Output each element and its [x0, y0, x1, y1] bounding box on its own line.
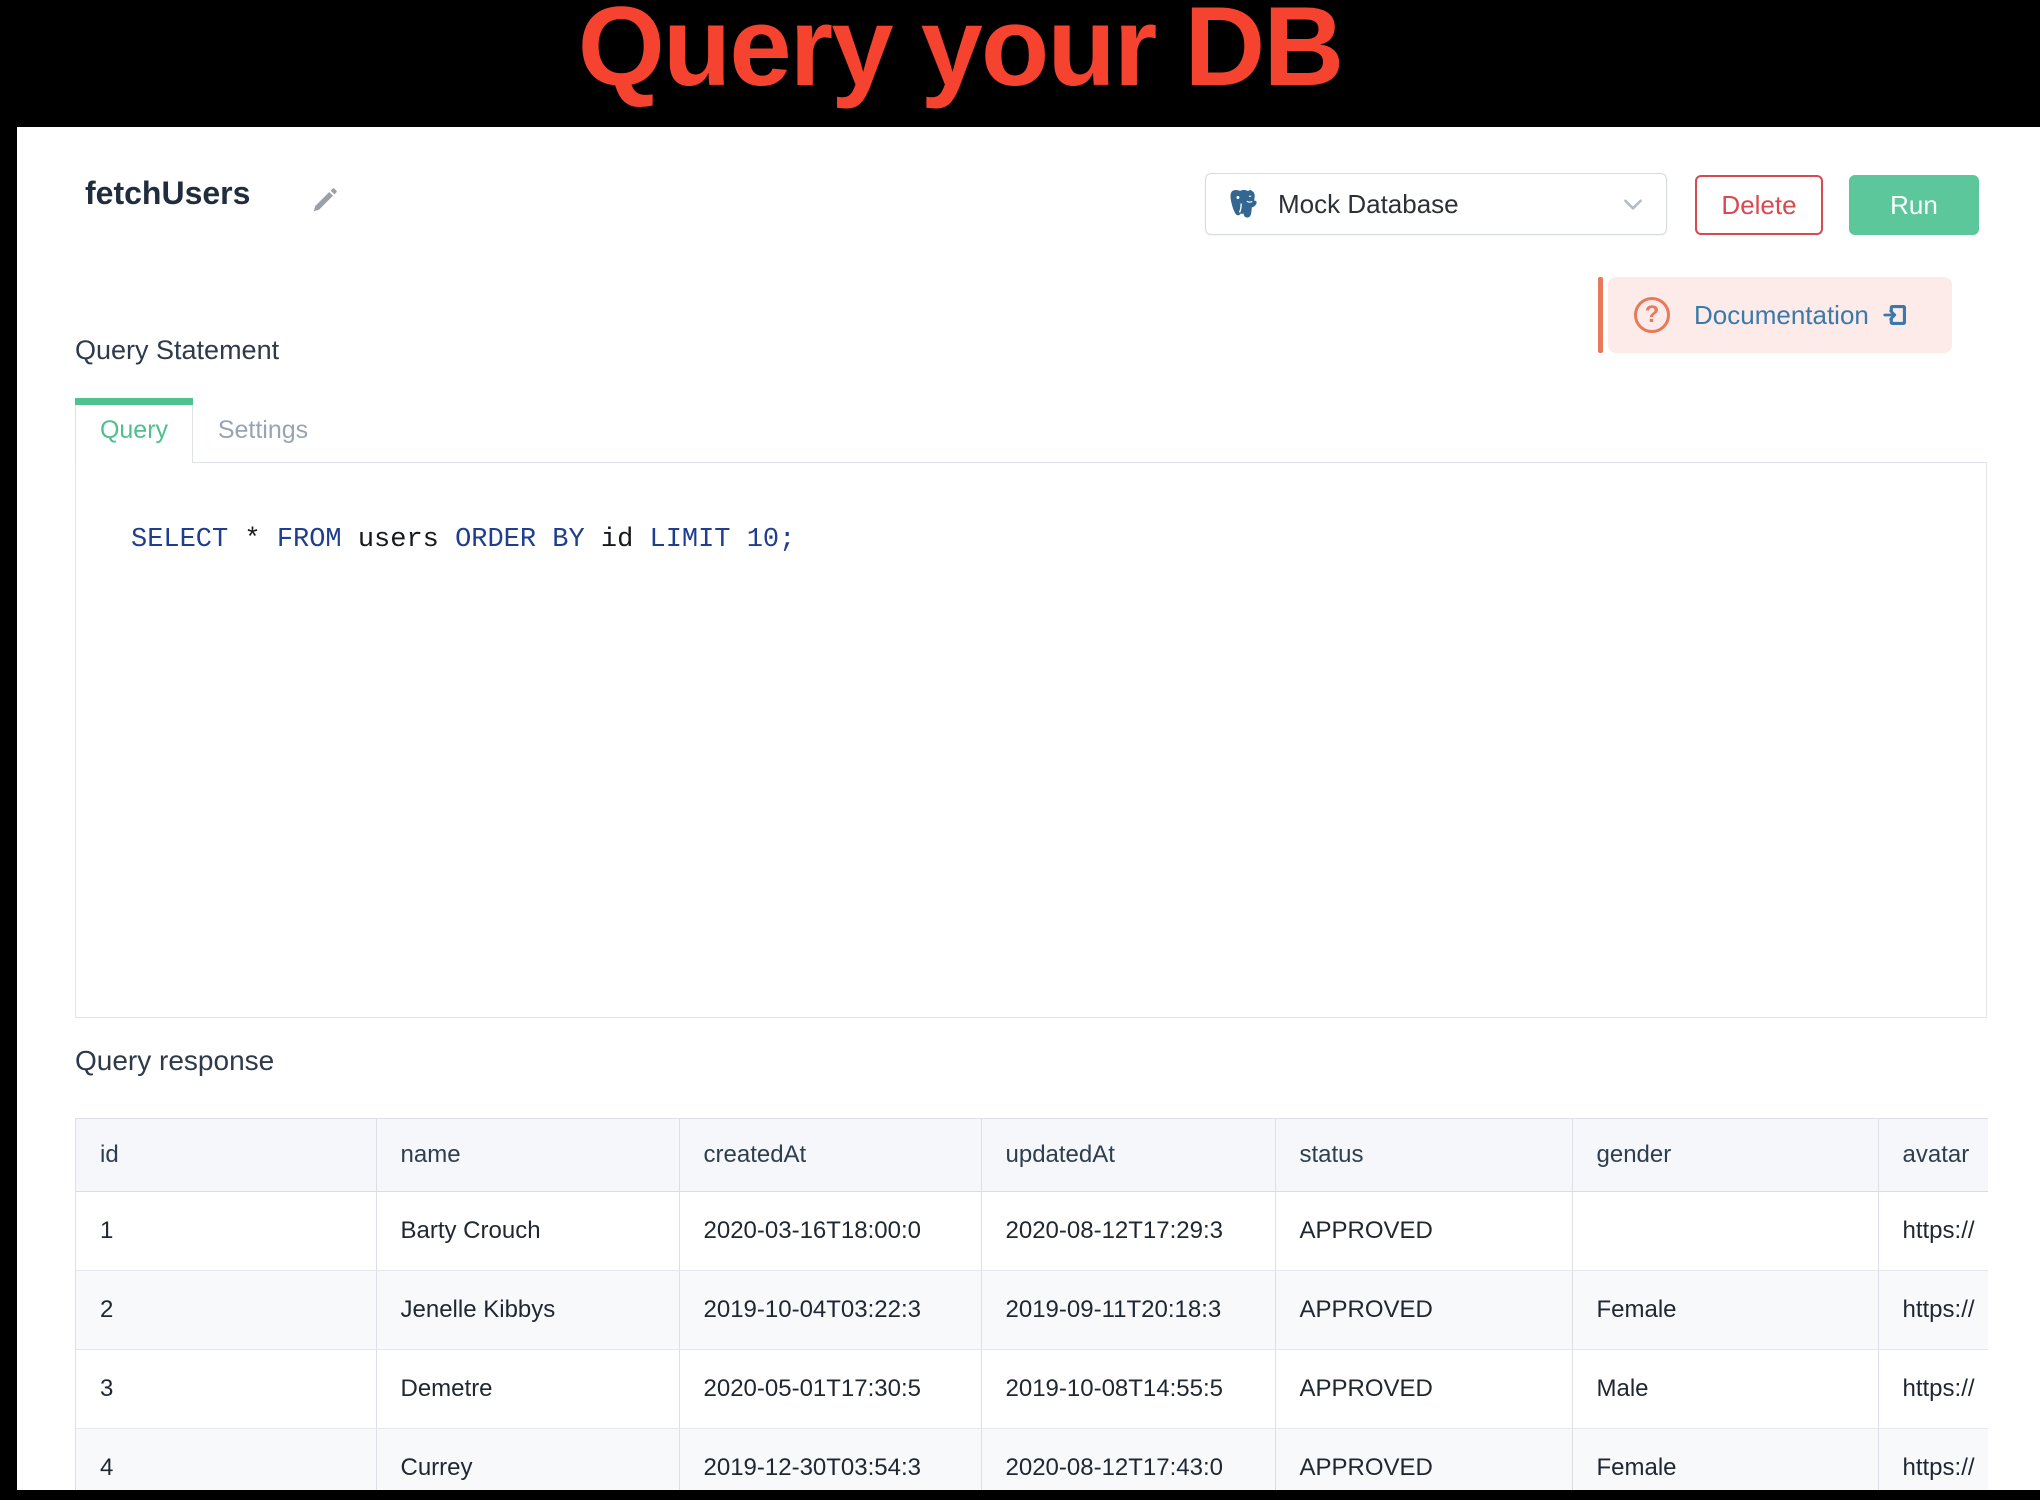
cell-gender: Female — [1572, 1270, 1878, 1349]
column-header-updatedAt: updatedAt — [981, 1119, 1275, 1191]
cell-avatar: https:// — [1878, 1349, 1988, 1428]
cell-gender — [1572, 1191, 1878, 1270]
page-title: Query your DB — [0, 0, 1920, 111]
app-panel: fetchUsers Mock Database Delete Run ? — [17, 127, 2040, 1490]
column-header-createdAt: createdAt — [679, 1119, 981, 1191]
query-response-label: Query response — [75, 1045, 274, 1077]
documentation-link[interactable]: ? Documentation — [1608, 277, 1952, 353]
documentation-accent-bar — [1598, 277, 1603, 353]
chevron-down-icon — [1620, 191, 1646, 217]
table-row: 4Currey2019-12-30T03:54:32020-08-12T17:4… — [76, 1428, 1988, 1490]
tab-settings[interactable]: Settings — [193, 398, 333, 463]
column-header-gender: gender — [1572, 1119, 1878, 1191]
cell-createdAt: 2019-12-30T03:54:3 — [679, 1428, 981, 1490]
table-row: 2Jenelle Kibbys2019-10-04T03:22:32019-09… — [76, 1270, 1988, 1349]
column-header-avatar: avatar — [1878, 1119, 1988, 1191]
postgresql-icon — [1226, 186, 1262, 222]
cell-avatar: https:// — [1878, 1191, 1988, 1270]
run-button[interactable]: Run — [1849, 175, 1979, 235]
query-response-table-container[interactable]: idnamecreatedAtupdatedAtstatusgenderavat… — [75, 1118, 1988, 1490]
cell-avatar: https:// — [1878, 1428, 1988, 1490]
cell-name: Jenelle Kibbys — [376, 1270, 679, 1349]
cell-status: APPROVED — [1275, 1349, 1572, 1428]
documentation-label: Documentation — [1694, 300, 1869, 331]
cell-id: 2 — [76, 1270, 376, 1349]
sql-editor[interactable]: SELECT * FROM users ORDER BY id LIMIT 10… — [75, 463, 1987, 1018]
table-row: 1Barty Crouch2020-03-16T18:00:02020-08-1… — [76, 1191, 1988, 1270]
column-header-id: id — [76, 1119, 376, 1191]
table-header-row: idnamecreatedAtupdatedAtstatusgenderavat… — [76, 1119, 1988, 1191]
pencil-icon[interactable] — [310, 185, 340, 215]
cell-name: Currey — [376, 1428, 679, 1490]
table-row: 3Demetre2020-05-01T17:30:52019-10-08T14:… — [76, 1349, 1988, 1428]
external-link-icon — [1881, 300, 1911, 330]
database-selector-value: Mock Database — [1278, 189, 1620, 220]
question-circle-icon: ? — [1634, 297, 1670, 333]
cell-status: APPROVED — [1275, 1270, 1572, 1349]
cell-id: 4 — [76, 1428, 376, 1490]
cell-status: APPROVED — [1275, 1428, 1572, 1490]
cell-updatedAt: 2019-10-08T14:55:5 — [981, 1349, 1275, 1428]
column-header-name: name — [376, 1119, 679, 1191]
query-statement-label: Query Statement — [75, 335, 279, 366]
sql-statement: SELECT * FROM users ORDER BY id LIMIT 10… — [131, 525, 795, 555]
cell-id: 1 — [76, 1191, 376, 1270]
query-name: fetchUsers — [85, 175, 250, 212]
cell-createdAt: 2020-05-01T17:30:5 — [679, 1349, 981, 1428]
query-response-table: idnamecreatedAtupdatedAtstatusgenderavat… — [76, 1119, 1988, 1490]
cell-updatedAt: 2019-09-11T20:18:3 — [981, 1270, 1275, 1349]
column-header-status: status — [1275, 1119, 1572, 1191]
cell-status: APPROVED — [1275, 1191, 1572, 1270]
cell-gender: Female — [1572, 1428, 1878, 1490]
cell-avatar: https:// — [1878, 1270, 1988, 1349]
cell-createdAt: 2019-10-04T03:22:3 — [679, 1270, 981, 1349]
cell-updatedAt: 2020-08-12T17:43:0 — [981, 1428, 1275, 1490]
tab-query[interactable]: Query — [75, 398, 193, 463]
cell-name: Demetre — [376, 1349, 679, 1428]
cell-updatedAt: 2020-08-12T17:29:3 — [981, 1191, 1275, 1270]
cell-id: 3 — [76, 1349, 376, 1428]
cell-createdAt: 2020-03-16T18:00:0 — [679, 1191, 981, 1270]
cell-gender: Male — [1572, 1349, 1878, 1428]
cell-name: Barty Crouch — [376, 1191, 679, 1270]
database-selector[interactable]: Mock Database — [1205, 173, 1667, 235]
delete-button[interactable]: Delete — [1695, 175, 1823, 235]
